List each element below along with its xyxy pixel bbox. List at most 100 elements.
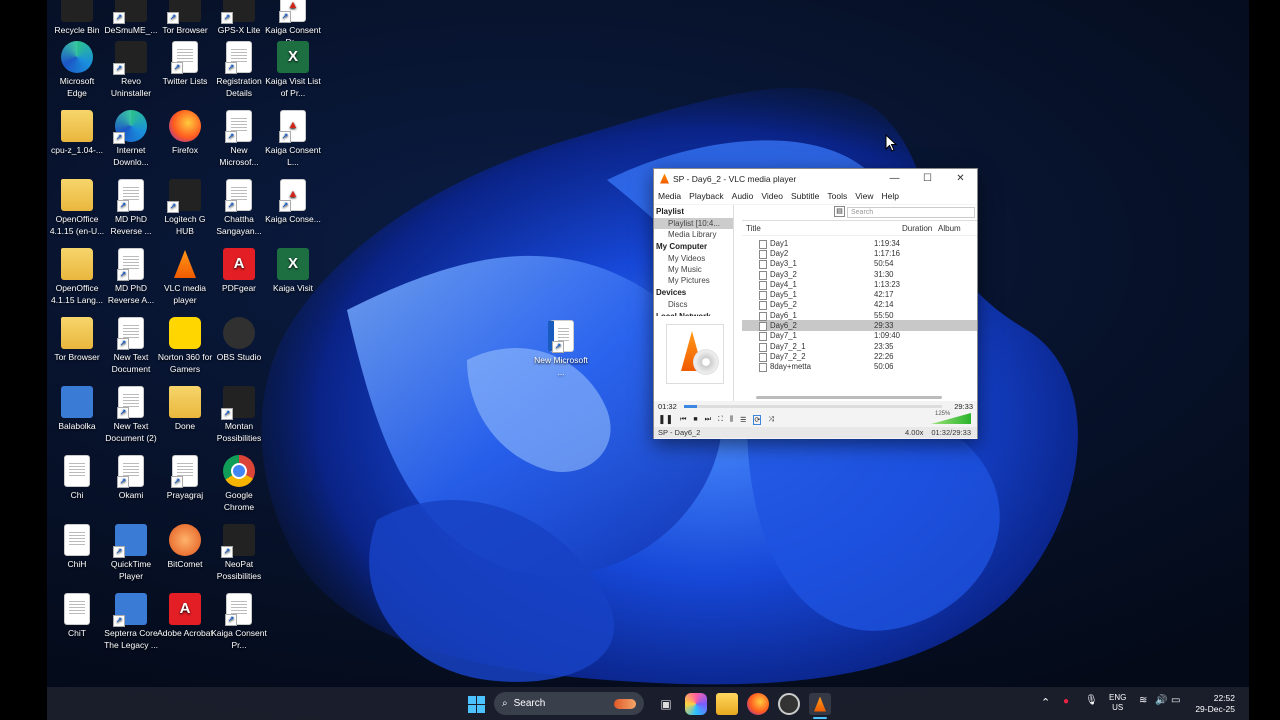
desktop-icon[interactable]: ▲Kaiga Consent L...	[265, 110, 321, 168]
column-title[interactable]: Title	[742, 224, 902, 233]
desktop-icon[interactable]: New Microsof...	[211, 110, 267, 168]
vlc-taskbar-icon[interactable]	[809, 693, 831, 715]
wifi-icon[interactable]: ≋	[1139, 695, 1147, 706]
seek-bar[interactable]	[684, 405, 942, 408]
fullscreen-icon[interactable]: ⛶	[718, 416, 723, 424]
menu-subtitle[interactable]: Subtitle	[791, 191, 819, 201]
shuffle-icon[interactable]: ⤨	[768, 416, 774, 424]
playlist-row[interactable]: Day1 1:19:34	[742, 238, 977, 249]
desktop-icon[interactable]: Google Chrome	[211, 455, 267, 513]
desktop-icon[interactable]: MD PhD Reverse A...	[103, 248, 159, 306]
desktop-icon[interactable]: Septerra Core The Legacy ...	[103, 593, 159, 651]
sidebar-item-my-music[interactable]: My Music	[654, 264, 733, 275]
menu-video[interactable]: Video	[761, 191, 783, 201]
desktop-icon[interactable]: MD PhD Reverse ...	[103, 179, 159, 237]
desktop-icon[interactable]: Internet Downlo...	[103, 110, 159, 168]
start-windows-icon[interactable]	[465, 693, 487, 715]
chevron-up-icon[interactable]: ⌃	[1041, 696, 1050, 709]
playlist-row[interactable]: Day7_1 1:09:40	[742, 331, 977, 342]
desktop-icon[interactable]: New Text Document	[103, 317, 159, 375]
playlist-row[interactable]: Day7_2_1 23:35	[742, 341, 977, 352]
pause-icon[interactable]: ❚❚	[658, 414, 673, 425]
desktop-icon[interactable]: Firefox	[157, 110, 213, 157]
volume-icon[interactable]: 🔊	[1155, 695, 1167, 706]
playlist-row[interactable]: Day5_2 42:14	[742, 300, 977, 311]
sidebar-item-playlist[interactable]: Playlist [10:4...	[654, 218, 733, 229]
taskbar-search[interactable]: ⌕ Search	[494, 692, 644, 715]
desktop-icon[interactable]: DeSmuME_...	[103, 0, 159, 37]
desktop-icon[interactable]: Twitter Lists	[157, 41, 213, 88]
playlist-row[interactable]: Day3_2 31:30	[742, 269, 977, 280]
playlist-row[interactable]: Day6_2 29:33	[742, 320, 977, 332]
logitech-taskbar-icon[interactable]	[778, 693, 800, 715]
desktop-icon[interactable]: New Text Document (2)	[103, 386, 159, 444]
desktop-icon[interactable]: Tor Browser	[49, 317, 105, 364]
tray-app-icon[interactable]: ●	[1063, 696, 1069, 707]
desktop-icon[interactable]: X Kaiga Visit	[265, 248, 321, 295]
desktop-icon[interactable]: Chi	[49, 455, 105, 502]
desktop-icon[interactable]: Balabolka	[49, 386, 105, 433]
playlist-row[interactable]: Day4_1 1:13:23	[742, 279, 977, 290]
status-speed[interactable]: 4.00x	[905, 428, 923, 437]
desktop-icon[interactable]: OpenOffice 4.1.15 Lang...	[49, 248, 105, 306]
playlist-toggle-icon[interactable]: ☰	[740, 416, 746, 424]
desktop-icon[interactable]: Montan Possibilities	[211, 386, 267, 444]
playlist-row[interactable]: Day6_1 55:50	[742, 310, 977, 321]
menu-playback[interactable]: Playback	[689, 191, 724, 201]
playlist-row[interactable]: Day3_1 50:54	[742, 259, 977, 270]
desktop-icon[interactable]: A Adobe Acrobat	[157, 593, 213, 640]
desktop-icon[interactable]: BitComet	[157, 524, 213, 571]
desktop-icon[interactable]: Chattha Sangayan...	[211, 179, 267, 237]
desktop-icon[interactable]: Microsoft Edge	[49, 41, 105, 99]
sidebar-item-my-videos[interactable]: My Videos	[654, 253, 733, 264]
clock[interactable]: 22:52 29-Dec-25	[1193, 693, 1235, 715]
horizontal-scrollbar[interactable]	[756, 396, 942, 399]
minimize-button[interactable]: —	[878, 173, 911, 184]
vlc-titlebar[interactable]: SP - Day6_2 - VLC media player — ☐ ✕	[654, 169, 977, 188]
volume-slider[interactable]: 125%	[931, 411, 971, 424]
playlist-row[interactable]: 8day+metta 50:06	[742, 362, 977, 373]
loop-icon[interactable]: ⟳	[753, 414, 762, 425]
search-input[interactable]: Search	[847, 207, 975, 218]
task-view-icon[interactable]: ▣	[655, 693, 677, 715]
desktop-icon[interactable]: VLC media player	[157, 248, 213, 306]
column-duration[interactable]: Duration	[902, 224, 938, 233]
desktop-icon[interactable]: cpu-z_1.04-...	[49, 110, 105, 157]
desktop-icon[interactable]: GPS-X Lite	[211, 0, 267, 37]
desktop-icon[interactable]: NeoPat Possibilities	[211, 524, 267, 582]
desktop-icon[interactable]: ▲ Kaiga Conse...	[265, 179, 321, 226]
copilot-icon[interactable]	[685, 693, 707, 715]
desktop-icon[interactable]: Okami	[103, 455, 159, 502]
desktop-icon[interactable]: Norton 360 for Gamers	[157, 317, 213, 375]
menu-view[interactable]: View	[855, 191, 873, 201]
file-explorer-icon[interactable]	[716, 693, 738, 715]
desktop-icon[interactable]: Registration Details	[211, 41, 267, 99]
sidebar-item-media-library[interactable]: Media Library	[654, 229, 733, 240]
maximize-button[interactable]: ☐	[911, 173, 944, 184]
playlist-row[interactable]: Day5_1 42:17	[742, 289, 977, 301]
sidebar-item-discs[interactable]: Discs	[654, 299, 733, 310]
desktop-icon[interactable]: QuickTime Player	[103, 524, 159, 582]
desktop-icon[interactable]: OpenOffice 4.1.15 (en-U...	[49, 179, 105, 237]
menu-audio[interactable]: Audio	[732, 191, 754, 201]
sidebar-item-my-pictures[interactable]: My Pictures	[654, 275, 733, 286]
desktop-icon[interactable]: Kaiga Consent Pr...	[211, 593, 267, 651]
playlist-view-icon[interactable]: ▤	[834, 206, 845, 217]
menu-help[interactable]: Help	[881, 191, 898, 201]
menu-tools[interactable]: Tools	[827, 191, 847, 201]
desktop-icon[interactable]: A PDFgear	[211, 248, 267, 295]
extended-settings-icon[interactable]: ⫼	[730, 416, 733, 424]
desktop-icon-new-microsoft-doc[interactable]: New Microsoft ...	[531, 320, 591, 378]
desktop-icon[interactable]: ChiT	[49, 593, 105, 640]
playlist-row[interactable]: Day7_2_2 22:26	[742, 351, 977, 362]
close-button[interactable]: ✕	[944, 173, 977, 184]
desktop-icon[interactable]: Recycle Bin	[49, 0, 105, 37]
desktop-icon[interactable]: Logitech G HUB	[157, 179, 213, 237]
language-indicator[interactable]: ENG	[1109, 693, 1126, 703]
previous-icon[interactable]: ⏮	[680, 416, 686, 424]
desktop-icon[interactable]: ChiH	[49, 524, 105, 571]
stop-icon[interactable]: ■	[693, 416, 697, 423]
desktop-icon[interactable]: Done	[157, 386, 213, 433]
desktop-icon[interactable]: Tor Browser	[157, 0, 213, 37]
desktop-icon[interactable]: Revo Uninstaller	[103, 41, 159, 99]
